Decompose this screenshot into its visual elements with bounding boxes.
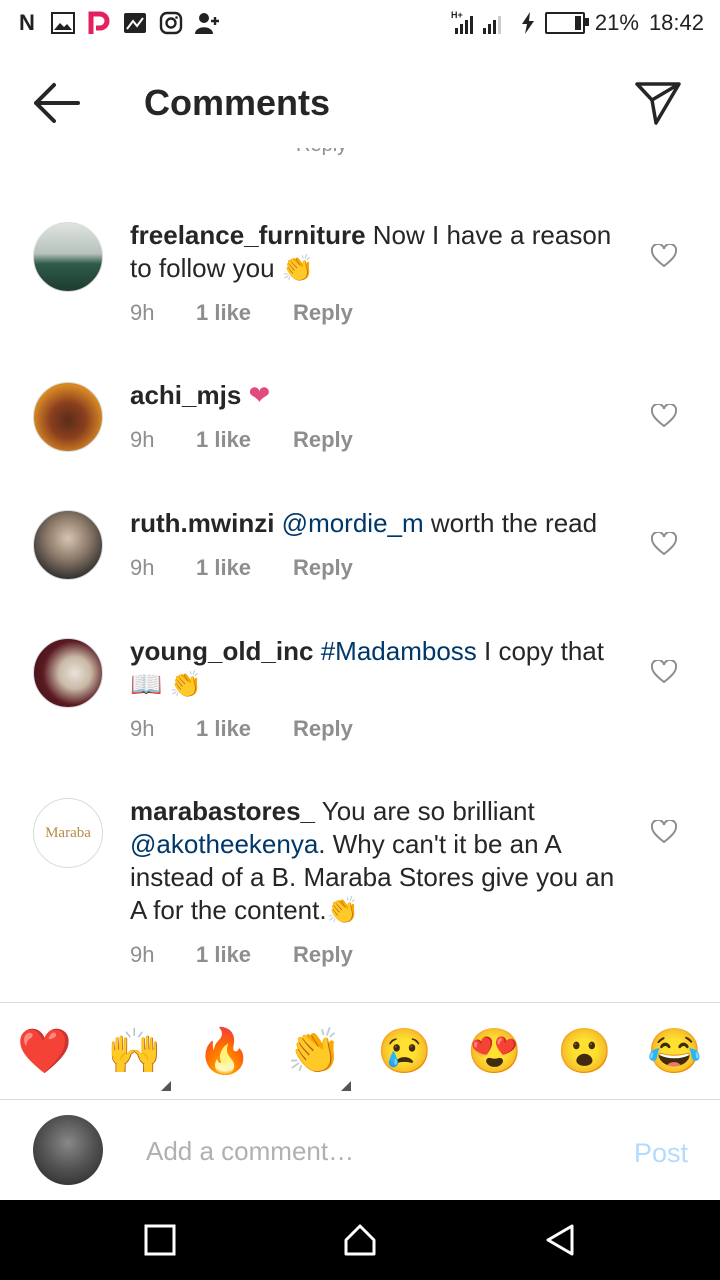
header: Comments [0, 52, 720, 152]
direct-share-icon[interactable] [634, 80, 682, 126]
charging-icon [521, 12, 534, 34]
comment-likes[interactable]: 1 like [196, 300, 293, 326]
gallery-icon [50, 10, 76, 36]
emoji-quick-bar: ❤️ 🙌 🔥 👏 😢 😍 😮 😂 [0, 1002, 720, 1100]
maraba-logo-text: Maraba [45, 824, 91, 841]
emoji-laughing[interactable]: 😂 [647, 1025, 702, 1079]
comment-text: ❤ [248, 380, 271, 410]
status-bar: N H+ 21% 18:42 [0, 0, 720, 50]
comment-time: 9h [130, 555, 155, 580]
reply-button[interactable]: Reply [293, 300, 353, 326]
avatar[interactable] [33, 382, 103, 452]
comment-mention[interactable]: @mordie_m [282, 508, 424, 538]
home-icon[interactable] [342, 1222, 378, 1258]
comment-likes[interactable]: 1 like [196, 427, 293, 453]
picsart-icon [86, 10, 112, 36]
emoji-heart-eyes[interactable]: 😍 [467, 1025, 522, 1079]
battery-icon [544, 12, 589, 34]
like-heart-icon[interactable] [651, 660, 677, 684]
emoji-crying[interactable]: 😢 [377, 1025, 432, 1079]
signal-icon: H+ [451, 10, 501, 34]
skin-tone-indicator [161, 1081, 171, 1091]
reply-button[interactable]: Reply [293, 942, 353, 968]
skin-tone-indicator [341, 1081, 351, 1091]
clipped-reply-link: Reply [296, 148, 356, 162]
back-arrow-icon[interactable] [30, 78, 82, 128]
like-heart-icon[interactable] [651, 820, 677, 844]
add-person-icon [194, 10, 220, 36]
comment-text: worth the read [430, 508, 598, 538]
comment-username[interactable]: ruth.mwinzi [130, 508, 274, 538]
system-nav-bar [0, 1200, 720, 1280]
comment-time: 9h [130, 300, 155, 325]
page-title: Comments [144, 82, 331, 123]
comment-time: 9h [130, 716, 155, 741]
clock: 18:42 [648, 10, 704, 35]
avatar[interactable] [33, 510, 103, 580]
comment-username[interactable]: young_old_inc [130, 636, 313, 666]
comment-likes[interactable]: 1 like [196, 555, 293, 581]
emoji-clapping[interactable]: 👏 [287, 1025, 342, 1079]
comment-composer: Post [0, 1100, 720, 1200]
comment-time: 9h [130, 942, 155, 967]
like-heart-icon[interactable] [651, 244, 677, 268]
reply-button[interactable]: Reply [293, 555, 353, 581]
like-heart-icon[interactable] [651, 532, 677, 556]
comment-likes[interactable]: 1 like [196, 942, 293, 968]
emoji-heart[interactable]: ❤️ [17, 1025, 72, 1079]
svg-text:H+: H+ [451, 10, 463, 20]
n-app-icon: N [19, 10, 35, 35]
comment-hashtag[interactable]: #Madamboss [321, 636, 477, 666]
emoji-fire[interactable]: 🔥 [197, 1025, 252, 1079]
battery-percent: 21% [594, 10, 639, 35]
add-comment-input[interactable] [144, 1130, 588, 1172]
post-button[interactable]: Post [634, 1138, 688, 1169]
comment-time: 9h [130, 427, 155, 452]
emoji-surprised[interactable]: 😮 [557, 1025, 612, 1079]
instagram-icon [158, 10, 184, 36]
emoji-raised-hands[interactable]: 🙌 [107, 1025, 162, 1079]
comment-username[interactable]: achi_mjs [130, 380, 241, 410]
avatar[interactable] [33, 638, 103, 708]
avatar[interactable]: Maraba [33, 798, 103, 868]
avatar[interactable] [33, 222, 103, 292]
reply-button[interactable]: Reply [293, 427, 353, 453]
photo-icon [122, 10, 148, 36]
recents-icon[interactable] [142, 1222, 178, 1258]
comment-likes[interactable]: 1 like [196, 716, 293, 742]
comment-text: You are so brilliant [321, 796, 535, 826]
comment-username[interactable]: freelance_furniture [130, 220, 366, 250]
comment-mention[interactable]: @akotheekenya [130, 829, 318, 859]
my-avatar [33, 1115, 103, 1185]
reply-button[interactable]: Reply [293, 716, 353, 742]
comment-username[interactable]: marabastores_ [130, 796, 315, 826]
back-nav-icon[interactable] [542, 1222, 578, 1258]
like-heart-icon[interactable] [651, 404, 677, 428]
